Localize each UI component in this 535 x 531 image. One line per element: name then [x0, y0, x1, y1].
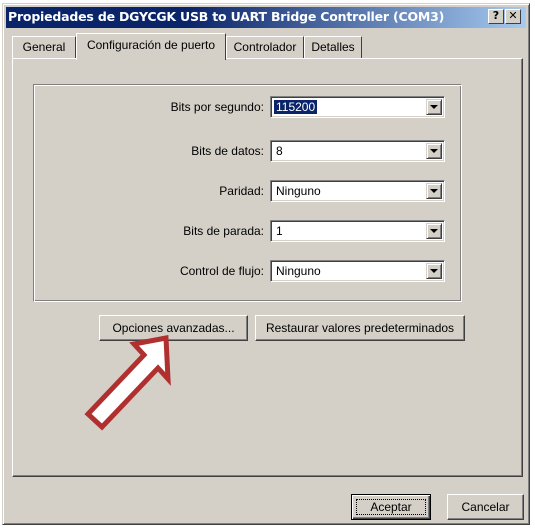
tab-general[interactable]: General	[12, 36, 76, 58]
parity-label: Paridad:	[219, 184, 264, 198]
arrow-pointer-icon	[84, 335, 171, 431]
chevron-down-icon[interactable]	[426, 99, 442, 115]
tab-controlador[interactable]: Controlador	[226, 36, 304, 58]
bits-per-second-select[interactable]: 115200	[270, 96, 445, 118]
window-title: Propiedades de DGYCGK USB to UART Bridge…	[8, 9, 445, 24]
chevron-down-icon[interactable]	[426, 183, 442, 199]
parity-value: Ninguno	[276, 184, 321, 198]
tab-configuracion-de-puerto[interactable]: Configuración de puerto	[76, 33, 226, 60]
stop-bits-value: 1	[276, 224, 283, 238]
bits-per-second-label: Bits por segundo:	[170, 100, 264, 114]
restore-defaults-button[interactable]: Restaurar valores predeterminados	[255, 315, 465, 341]
flow-control-value: Ninguno	[276, 264, 321, 278]
flow-control-select[interactable]: Ninguno	[270, 260, 445, 282]
data-bits-label: Bits de datos:	[191, 144, 264, 158]
data-bits-value: 8	[276, 144, 283, 158]
stop-bits-select[interactable]: 1	[270, 220, 445, 242]
chevron-down-icon[interactable]	[426, 143, 442, 159]
focus-rect	[356, 499, 426, 515]
parity-select[interactable]: Ninguno	[270, 180, 445, 202]
chevron-down-icon[interactable]	[426, 263, 442, 279]
title-bar[interactable]: Propiedades de DGYCGK USB to UART Bridge…	[6, 7, 526, 28]
bits-per-second-value: 115200	[274, 100, 318, 114]
close-icon: ✕	[508, 9, 518, 22]
close-button[interactable]: ✕	[505, 9, 521, 24]
tab-detalles[interactable]: Detalles	[304, 36, 362, 58]
help-button[interactable]: ?	[488, 9, 504, 24]
data-bits-select[interactable]: 8	[270, 140, 445, 162]
chevron-down-icon[interactable]	[426, 223, 442, 239]
flow-control-label: Control de flujo:	[179, 264, 264, 278]
cancel-button[interactable]: Cancelar	[447, 494, 524, 520]
stop-bits-label: Bits de parada:	[183, 224, 264, 238]
ok-button[interactable]: Aceptar	[351, 494, 431, 520]
